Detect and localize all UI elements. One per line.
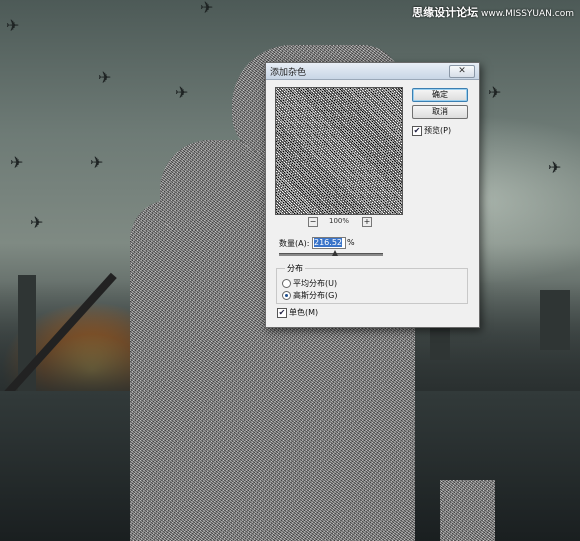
close-button[interactable]: ✕ bbox=[449, 65, 475, 78]
zoom-level: 100% bbox=[329, 217, 350, 225]
distribution-title: 分布 bbox=[285, 263, 305, 274]
aircraft-icon: ✈ bbox=[488, 83, 502, 102]
aircraft-icon: ✈ bbox=[6, 16, 20, 35]
amount-input[interactable]: 216.52 bbox=[312, 237, 346, 249]
dialog-titlebar[interactable]: 添加杂色 ✕ bbox=[266, 63, 479, 80]
cancel-button[interactable]: 取消 bbox=[412, 105, 468, 119]
dialog-title: 添加杂色 bbox=[270, 68, 307, 78]
close-icon: ✕ bbox=[458, 66, 466, 76]
uniform-label: 平均分布(U) bbox=[293, 279, 338, 288]
noise-silhouette-object bbox=[440, 480, 495, 541]
aircraft-icon: ✈ bbox=[30, 213, 44, 232]
ok-button[interactable]: 确定 bbox=[412, 88, 468, 102]
preview-checkbox[interactable]: ✔ bbox=[412, 126, 422, 136]
aircraft-icon: ✈ bbox=[90, 153, 104, 172]
gaussian-radio[interactable] bbox=[282, 291, 291, 300]
amount-value: 216.52 bbox=[314, 238, 342, 247]
amount-unit: % bbox=[347, 238, 355, 247]
noise-preview[interactable] bbox=[275, 87, 403, 215]
monochromatic-checkbox[interactable]: ✔ bbox=[277, 308, 287, 318]
watermark-site: 思缘设计论坛 bbox=[412, 6, 479, 19]
zoom-in-button[interactable]: + bbox=[362, 217, 372, 227]
cathedral-dome bbox=[540, 290, 570, 350]
add-noise-dialog: 添加杂色 ✕ − 100% + 确定 取消 ✔ 预览(P) 数量(A): 216… bbox=[265, 62, 480, 328]
aircraft-icon: ✈ bbox=[200, 0, 214, 17]
aircraft-icon: ✈ bbox=[548, 158, 562, 177]
amount-slider-thumb[interactable] bbox=[332, 250, 339, 256]
preview-label: 预览(P) bbox=[424, 126, 452, 135]
aircraft-icon: ✈ bbox=[98, 68, 112, 87]
zoom-out-button[interactable]: − bbox=[308, 217, 318, 227]
gaussian-label: 高斯分布(G) bbox=[293, 291, 338, 300]
monochromatic-label: 单色(M) bbox=[289, 308, 319, 317]
watermark: 思缘设计论坛 www.MISSYUAN.com bbox=[412, 4, 574, 20]
aircraft-icon: ✈ bbox=[10, 153, 24, 172]
amount-label: 数量(A): bbox=[279, 239, 310, 248]
aircraft-icon: ✈ bbox=[175, 83, 189, 102]
amount-slider[interactable] bbox=[279, 250, 383, 256]
distribution-group: 分布 平均分布(U) 高斯分布(G) bbox=[276, 263, 468, 304]
uniform-radio[interactable] bbox=[282, 279, 291, 288]
watermark-url: www.MISSYUAN.com bbox=[480, 9, 574, 19]
